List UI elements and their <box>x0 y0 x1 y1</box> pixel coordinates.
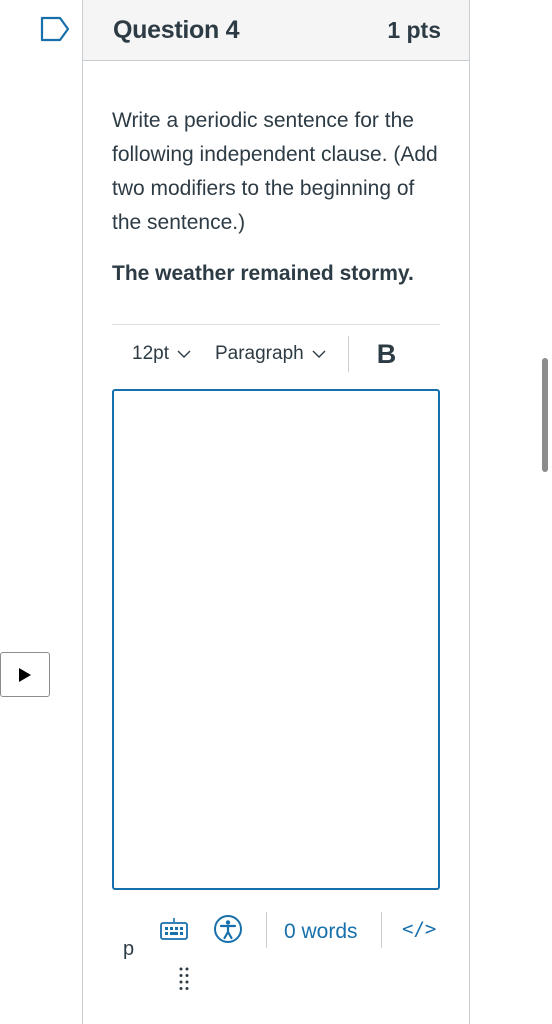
expand-button[interactable] <box>0 652 50 697</box>
editor-top-divider <box>112 324 440 325</box>
question-points: 1 pts <box>387 16 441 43</box>
keyboard-icon[interactable] <box>159 916 189 942</box>
question-title: Question 4 <box>113 15 240 44</box>
question-clause: The weather remained stormy. <box>112 262 414 285</box>
html-editor-toggle[interactable]: </> <box>402 918 436 940</box>
question-prompt: Write a periodic sentence for the follow… <box>112 109 438 234</box>
question-card: Question 4 1 pts Write a periodic senten… <box>82 0 470 1024</box>
chevron-down-icon <box>312 350 326 358</box>
font-size-value: 12pt <box>132 343 169 364</box>
status-separator <box>381 912 382 948</box>
toolbar-separator <box>347 336 349 372</box>
accessibility-icon[interactable] <box>213 914 243 944</box>
play-icon <box>19 667 31 682</box>
word-count[interactable]: 0 words <box>284 920 358 944</box>
font-size-dropdown[interactable]: 12pt <box>132 343 191 365</box>
editor-status-bar: p 0 words </> <box>112 908 440 990</box>
block-format-value: Paragraph <box>214 343 304 364</box>
resize-grip-icon[interactable] <box>178 966 190 992</box>
answer-text-editor[interactable] <box>112 389 440 890</box>
status-separator <box>266 912 267 948</box>
editor-toolbar: 12pt Paragraph B <box>112 334 440 374</box>
bookmark-flag-icon[interactable] <box>40 16 70 42</box>
question-header: Question 4 1 pts <box>83 0 469 61</box>
element-path[interactable]: p <box>123 938 134 961</box>
bold-button[interactable]: B <box>377 339 397 370</box>
page-scrollbar[interactable] <box>542 358 548 472</box>
block-format-dropdown[interactable]: Paragraph <box>215 343 326 365</box>
chevron-down-icon <box>177 350 191 358</box>
